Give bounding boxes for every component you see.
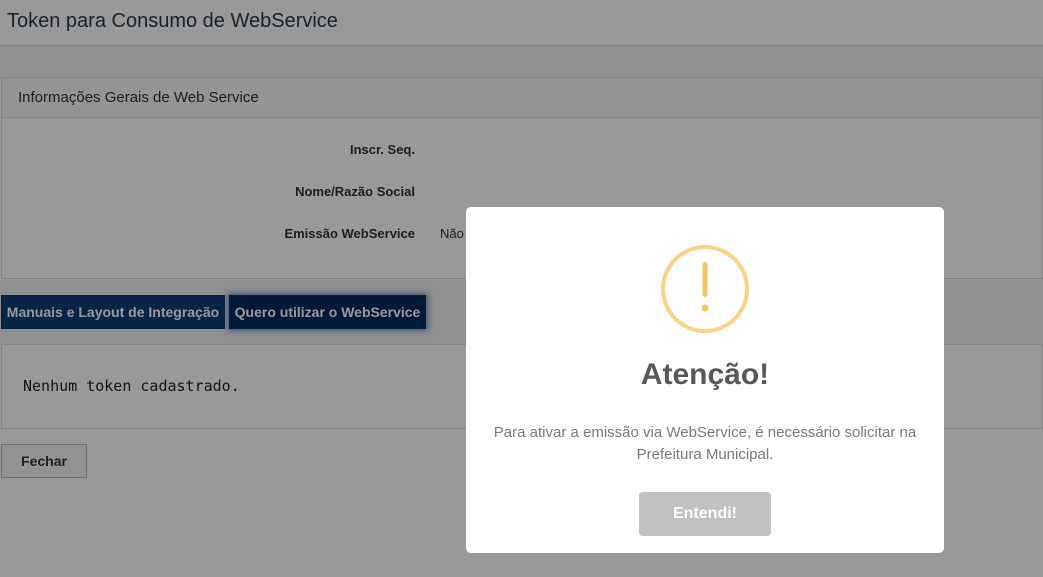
confirm-button[interactable]: Entendi! xyxy=(639,492,771,536)
modal-message: Para ativar a emissão via WebService, é … xyxy=(493,424,917,463)
exclamation-circle-icon xyxy=(661,245,749,333)
alert-modal: Atenção! Para ativar a emissão via WebSe… xyxy=(466,207,944,553)
modal-title: Atenção! xyxy=(640,358,770,391)
